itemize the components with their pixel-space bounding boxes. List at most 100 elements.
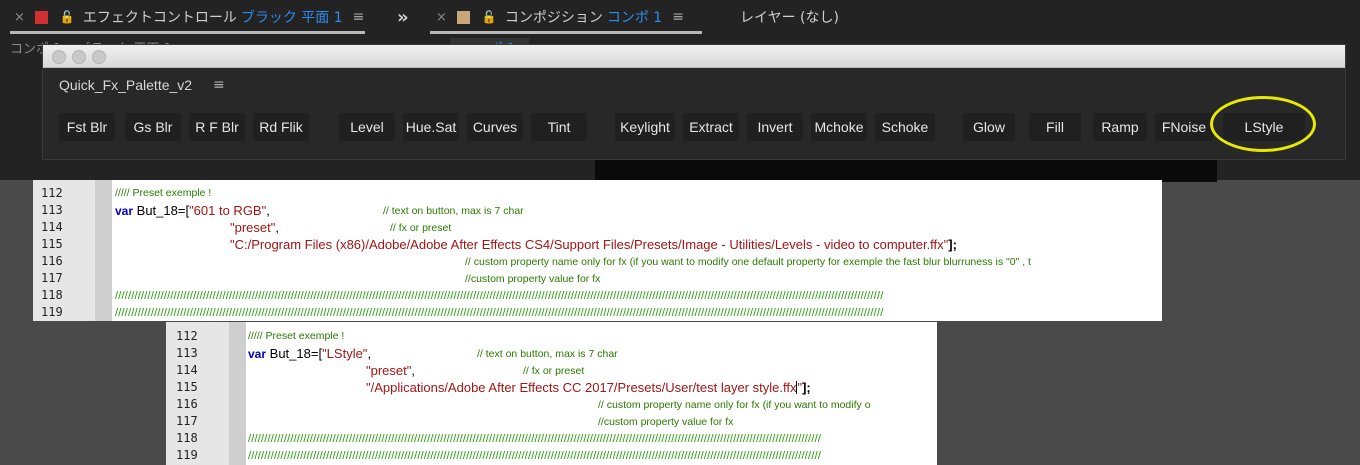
fx-button-extract[interactable]: Extract [683, 113, 739, 141]
code-keyword: var [248, 347, 267, 361]
code-string: "C:/Program Files (x86)/Adobe/Adobe Afte… [230, 237, 949, 252]
code-string: "preset" [366, 363, 412, 378]
palette-name: Quick_Fx_Palette_v2 [59, 77, 193, 93]
line-number: 115 [176, 380, 198, 394]
code-text: ]; [802, 380, 811, 395]
fx-button-mchoke[interactable]: Mchoke [811, 113, 867, 141]
code-comment: // fx or preset [390, 222, 452, 234]
fx-button-fst-blr[interactable]: Fst Blr [59, 113, 115, 141]
panel-menu-icon[interactable]: ≡ [672, 9, 684, 25]
line-number: 118 [176, 431, 198, 445]
line-number: 119 [41, 305, 63, 319]
fx-button-rd-flik[interactable]: Rd Flik [253, 113, 309, 141]
code-line-113: var But_18=["LStyle", [248, 346, 371, 361]
line-number: 119 [176, 448, 198, 462]
code-keyword: var [115, 204, 134, 218]
gutter-margin [229, 322, 245, 465]
code-text: ]; [948, 237, 957, 252]
fx-button-fill[interactable]: Fill [1029, 113, 1081, 141]
line-number: 117 [176, 414, 198, 428]
code-comment: // custom property name only for fx (if … [598, 399, 871, 411]
code-comment: // text on button, max is 7 char [383, 205, 524, 217]
zoom-window-button[interactable] [92, 50, 106, 64]
close-icon[interactable]: × [436, 10, 447, 25]
fx-button-curves[interactable]: Curves [467, 113, 523, 141]
line-number: 116 [41, 254, 63, 268]
panel-target: コンポ 1 [606, 10, 663, 26]
layer-tab[interactable]: レイヤー (なし) [740, 0, 839, 34]
line-number: 113 [176, 346, 198, 360]
code-comment: // fx or preset [523, 365, 585, 377]
code-comment: // text on button, max is 7 char [477, 348, 618, 360]
code-text: , [411, 363, 415, 378]
code-text: But_18=[ [133, 203, 190, 218]
code-comment: ///// Preset exemple ! [248, 330, 345, 342]
code-string: "/Applications/Adobe After Effects CC 20… [366, 380, 797, 395]
code-comment: ///// Preset exemple ! [115, 187, 212, 199]
fx-button-gs-blr[interactable]: Gs Blr [125, 113, 181, 141]
code-editor-top: 112 113 114 115 116 117 118 119 ///// Pr… [33, 180, 1162, 321]
line-number: 114 [41, 220, 63, 234]
composition-viewer [595, 158, 1217, 182]
code-line-115: "C:/Program Files (x86)/Adobe/Adobe Afte… [230, 237, 957, 252]
code-string: "preset" [230, 220, 276, 235]
effect-controls-tab[interactable]: × 🔓 エフェクトコントロール ブラック 平面 1 ≡ [14, 0, 364, 34]
code-editor-bottom: 112 113 114 115 116 117 118 119 ///// Pr… [166, 322, 937, 465]
line-number: 112 [41, 186, 63, 200]
code-comment: // custom property name only for fx (if … [465, 256, 1031, 268]
window-titlebar[interactable] [43, 45, 1345, 68]
code-comment: //custom property value for fx [598, 416, 734, 428]
code-string: "601 to RGB" [189, 203, 267, 218]
code-separator: ////////////////////////////////////////… [115, 307, 884, 319]
code-comment: //custom property value for fx [465, 273, 601, 285]
code-separator: ////////////////////////////////////////… [115, 290, 884, 302]
minimize-window-button[interactable] [72, 50, 86, 64]
code-line-113: var But_18=["601 to RGB", [115, 203, 270, 218]
code-text: , [367, 346, 372, 361]
fx-button-r-f-blr[interactable]: R F Blr [189, 113, 245, 141]
code-line-115: "/Applications/Adobe After Effects CC 20… [366, 380, 811, 395]
line-number: 117 [41, 271, 63, 285]
panel-target: ブラック 平面 1 [240, 10, 343, 26]
code-separator: ////////////////////////////////////////… [248, 433, 822, 445]
code-text: , [266, 203, 270, 218]
line-number: 116 [176, 397, 198, 411]
expand-panels-icon[interactable]: » [397, 0, 409, 34]
close-window-button[interactable] [52, 50, 66, 64]
quick-fx-palette-window: Quick_Fx_Palette_v2 ≡ Fst Blr Gs Blr R F… [42, 44, 1346, 160]
fx-button-tint[interactable]: Tint [531, 113, 587, 141]
line-number: 114 [176, 363, 198, 377]
active-tab-indicator [430, 31, 702, 34]
fx-button-keylight[interactable]: Keylight [615, 113, 675, 141]
panel-title: コンポジション [504, 10, 603, 26]
panel-title: エフェクトコントロール [82, 10, 237, 26]
line-number: 112 [176, 329, 198, 343]
code-separator: ////////////////////////////////////////… [248, 450, 822, 462]
gutter-margin [95, 180, 111, 321]
code-text: , [275, 220, 279, 235]
fx-button-hue-sat[interactable]: Hue.Sat [403, 113, 459, 141]
lock-icon[interactable]: 🔓 [60, 10, 75, 24]
fx-button-level[interactable]: Level [339, 113, 395, 141]
fx-button-glow[interactable]: Glow [963, 113, 1015, 141]
active-tab-indicator [10, 31, 365, 34]
label-color-swatch [456, 10, 470, 24]
highlight-circle [1210, 96, 1316, 152]
line-number: 118 [41, 288, 63, 302]
palette-menu-icon[interactable]: ≡ [213, 77, 225, 93]
lock-icon[interactable]: 🔓 [482, 10, 497, 24]
fx-button-ramp[interactable]: Ramp [1093, 113, 1147, 141]
composition-tab[interactable]: × 🔓 コンポジション コンポ 1 ≡ [436, 0, 684, 34]
line-number: 113 [41, 203, 63, 217]
code-string: "LStyle" [322, 346, 368, 361]
close-icon[interactable]: × [14, 10, 25, 25]
panel-menu-icon[interactable]: ≡ [353, 9, 365, 25]
code-line-114: "preset", [366, 363, 415, 378]
fx-button-fnoise[interactable]: FNoise [1155, 113, 1213, 141]
line-number: 115 [41, 237, 63, 251]
label-color-swatch [34, 10, 48, 24]
fx-button-invert[interactable]: Invert [747, 113, 803, 141]
code-text: But_18=[ [266, 346, 323, 361]
code-line-114: "preset", [230, 220, 279, 235]
fx-button-schoke[interactable]: Schoke [875, 113, 935, 141]
